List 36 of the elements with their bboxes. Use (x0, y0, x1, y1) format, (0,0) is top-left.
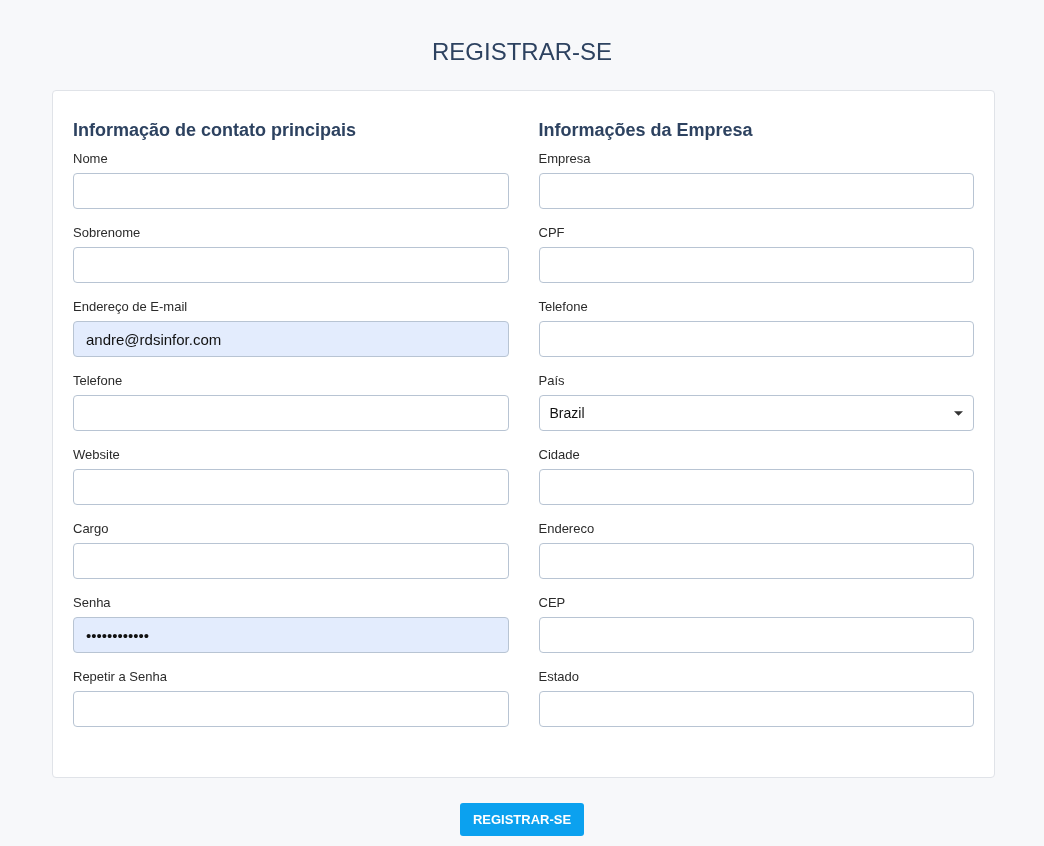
field-label: Endereço de E-mail (73, 299, 188, 315)
input-field[interactable] (538, 691, 974, 727)
section-heading: Informação de contato principais (73, 119, 358, 142)
input-field[interactable] (538, 247, 974, 283)
input-field[interactable]: •••••••••••• (73, 617, 509, 653)
page-title: REGISTRAR-SE (431, 37, 613, 67)
input-field[interactable]: andre@rdsinfor.com (73, 321, 509, 357)
field-label: Nome (73, 151, 108, 167)
input-field[interactable] (73, 173, 509, 209)
input-field[interactable] (538, 173, 974, 209)
input-field[interactable] (73, 543, 509, 579)
field-label: Sobrenome (73, 225, 141, 241)
section-heading: Informações da Empresa (538, 119, 754, 142)
input-field[interactable] (538, 321, 974, 357)
field-label: Senha (73, 595, 111, 611)
field-label: Website (73, 447, 120, 463)
country-select[interactable]: Brazil (538, 395, 974, 431)
input-field[interactable] (73, 247, 509, 283)
field-label: País (538, 373, 565, 389)
field-label: Estado (538, 669, 579, 685)
field-label: Repetir a Senha (73, 669, 167, 685)
input-field[interactable] (538, 617, 974, 653)
field-label: Empresa (538, 151, 591, 167)
input-field[interactable] (73, 691, 509, 727)
field-label: Endereco (538, 521, 595, 537)
field-label: Telefone (73, 373, 123, 389)
input-field[interactable] (73, 395, 509, 431)
field-label: Cidade (538, 447, 580, 463)
input-field[interactable] (538, 469, 974, 505)
caret-icon (954, 410, 963, 416)
field-label: Telefone (538, 299, 588, 315)
field-label: CEP (538, 595, 566, 611)
field-label: Cargo (73, 521, 109, 537)
input-field[interactable] (73, 469, 509, 505)
field-label: CPF (538, 225, 565, 241)
input-field[interactable] (538, 543, 974, 579)
